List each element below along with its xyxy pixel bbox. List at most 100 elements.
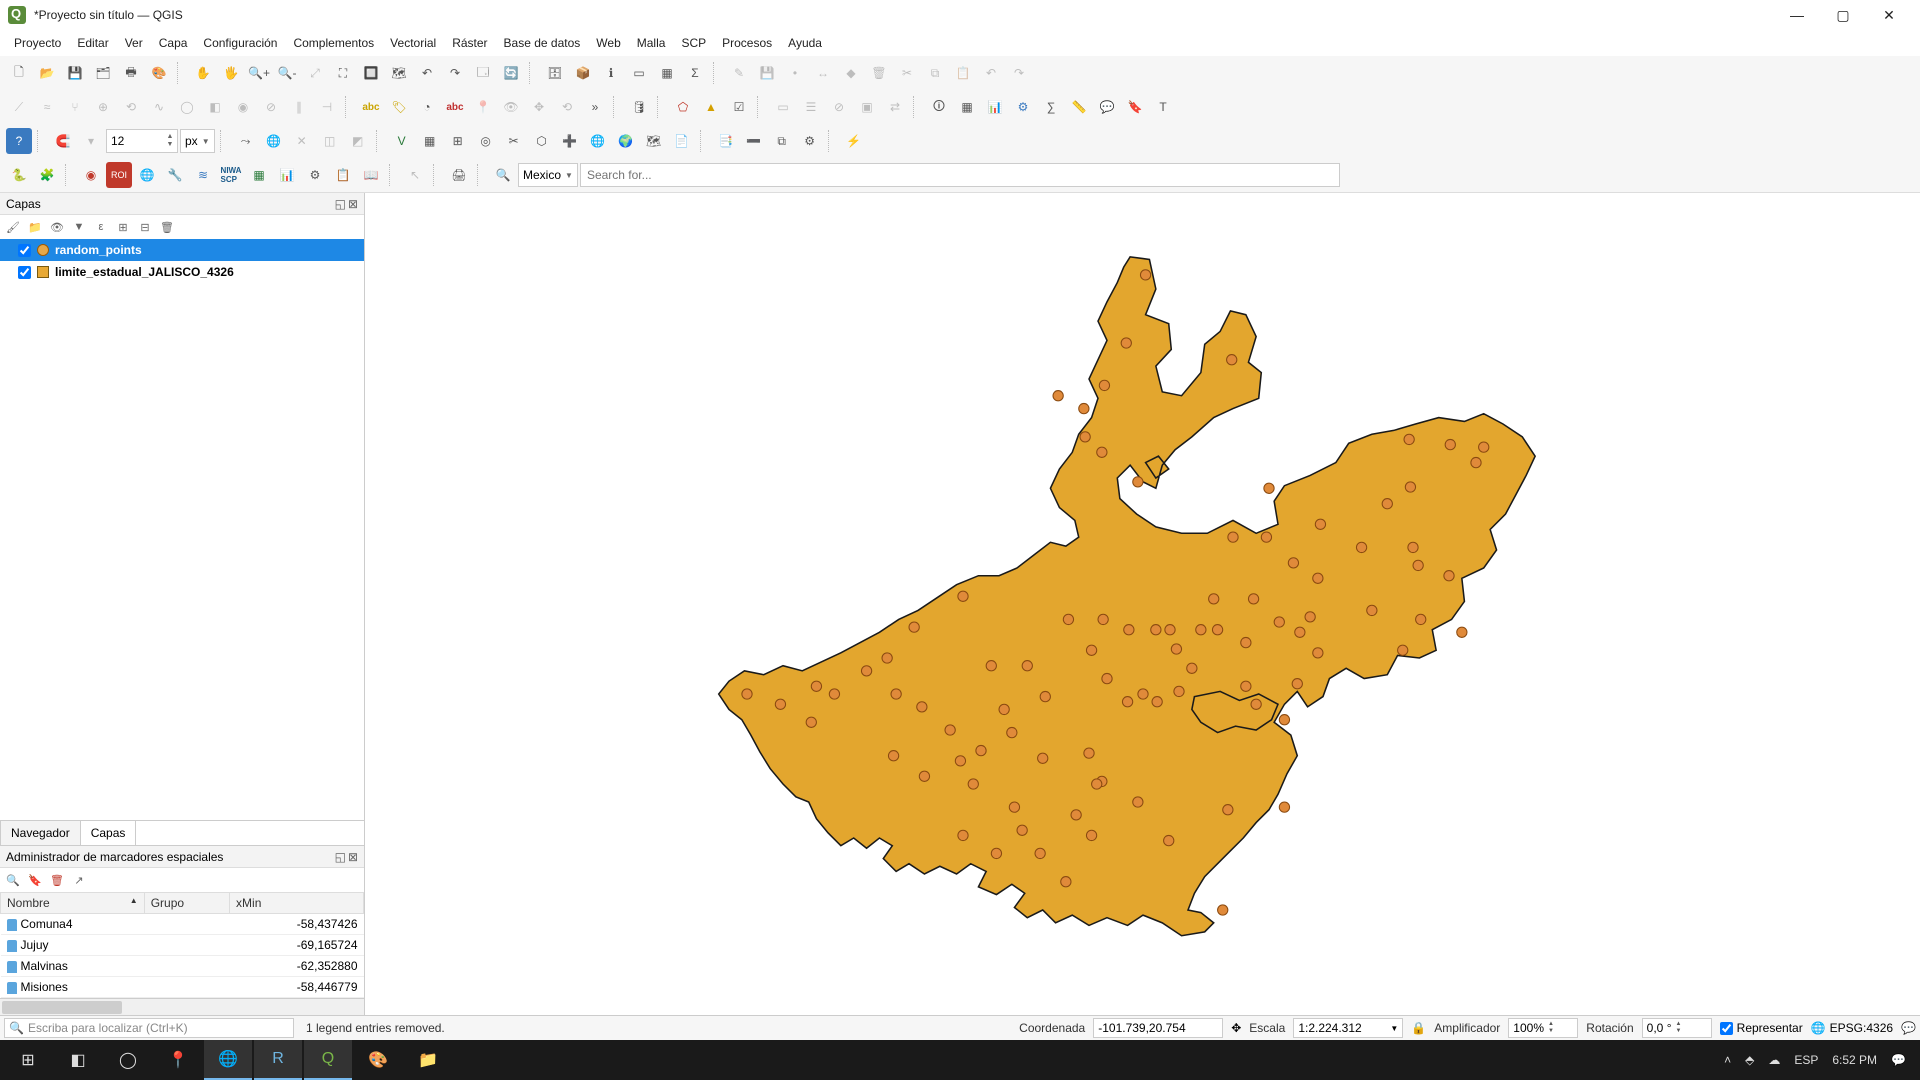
task-view-button[interactable]: ◧ xyxy=(54,1040,102,1080)
manage-visibility-icon[interactable]: 👁 xyxy=(48,218,66,236)
statistics-icon[interactable]: 📊 xyxy=(982,94,1008,120)
scp-settings-icon[interactable]: 📋 xyxy=(330,162,356,188)
sum-icon[interactable]: ∑ xyxy=(1038,94,1064,120)
messages-icon[interactable]: 💬 xyxy=(1901,1021,1916,1035)
reshape-icon[interactable]: ≈ xyxy=(34,94,60,120)
locator-input[interactable]: 🔍 Escriba para localizar (Ctrl+K) xyxy=(4,1018,294,1038)
menu-basedatos[interactable]: Base de datos xyxy=(496,33,589,53)
remove-layer-button-icon[interactable]: 🗑 xyxy=(158,218,176,236)
search-region-combo[interactable]: Mexico ▼ xyxy=(518,163,578,187)
render-checkbox[interactable]: Representar xyxy=(1720,1021,1803,1035)
virtual-layer-icon[interactable]: 📑 xyxy=(713,128,739,154)
topology-check-icon[interactable]: ☑ xyxy=(726,94,752,120)
label-tool-icon[interactable]: 🏷 xyxy=(386,94,412,120)
system-tray[interactable]: ˄ ⬘ ☁ ESP 6:52 PM 💬 xyxy=(1714,1053,1916,1067)
bookmark-row[interactable]: Misiones-58,446779 xyxy=(1,977,364,998)
attribute-table-icon[interactable]: ▦ xyxy=(654,60,680,86)
new-geopackage-icon[interactable]: 📦 xyxy=(570,60,596,86)
save-project-icon[interactable]: 💾 xyxy=(62,60,88,86)
move-label-icon[interactable]: ✥ xyxy=(526,94,552,120)
zoom-selection-icon[interactable]: 🔲 xyxy=(358,60,384,86)
layer-row[interactable]: random_points xyxy=(0,239,364,261)
fill-ring-icon[interactable]: ◉ xyxy=(230,94,256,120)
zoom-bookmark-icon[interactable]: 🔍 xyxy=(4,871,22,889)
scp-roi-icon[interactable]: ROI xyxy=(106,162,132,188)
processing-toolbox-icon[interactable]: ⚙ xyxy=(1010,94,1036,120)
remove-layer-icon[interactable]: ➖ xyxy=(741,128,767,154)
node-tool-icon[interactable]: ◆ xyxy=(838,60,864,86)
layout-manager-icon[interactable]: 🖶 xyxy=(118,60,144,86)
trace-icon[interactable]: ⤳ xyxy=(233,128,259,154)
bookmark-row[interactable]: Malvinas-62,352880 xyxy=(1,956,364,977)
maximize-button[interactable]: ▢ xyxy=(1820,0,1866,30)
undock-icon[interactable]: ◱ xyxy=(335,850,346,864)
python-console-icon[interactable]: 🐍 xyxy=(6,162,32,188)
select-features-icon[interactable]: ▭ xyxy=(626,60,652,86)
taskbar-r-icon[interactable]: R xyxy=(254,1040,302,1080)
taskbar-chrome-icon[interactable]: 🌐 xyxy=(204,1040,252,1080)
identify-icon[interactable]: ℹ xyxy=(598,60,624,86)
redo-icon[interactable]: ↷ xyxy=(1006,60,1032,86)
save-as-icon[interactable]: 🗂 xyxy=(90,60,116,86)
undo-icon[interactable]: ↶ xyxy=(978,60,1004,86)
scp-postprocessing-icon[interactable]: 📊 xyxy=(274,162,300,188)
close-panel-icon[interactable]: ⊠ xyxy=(348,850,358,864)
add-bookmark-icon[interactable]: 🔖 xyxy=(26,871,44,889)
zoom-last-icon[interactable]: ↶ xyxy=(414,60,440,86)
close-panel-icon[interactable]: ⊠ xyxy=(348,197,358,211)
bookmarks-table[interactable]: Nombre ▲ Grupo xMin Comuna4-58,437426Juj… xyxy=(0,892,364,998)
snapping-icon[interactable]: 🧲 xyxy=(50,128,76,154)
layer-row[interactable]: limite_estadual_JALISCO_4326 xyxy=(0,261,364,283)
filter-legend-icon[interactable]: ▼ xyxy=(70,218,88,236)
simplify-icon[interactable]: ∿ xyxy=(146,94,172,120)
zoom-native-icon[interactable]: ⤢ xyxy=(302,60,328,86)
scale-combo[interactable]: 1:2.224.312▼ xyxy=(1293,1018,1403,1038)
layer-properties-icon[interactable]: ⚙ xyxy=(797,128,823,154)
pan-to-selection-icon[interactable]: 🖐 xyxy=(218,60,244,86)
tolerance-spinner[interactable]: ▲▼ xyxy=(106,129,178,153)
taskbar-paint-icon[interactable]: 🎨 xyxy=(354,1040,402,1080)
scp-preprocessing-icon[interactable]: 🔧 xyxy=(162,162,188,188)
menu-editar[interactable]: Editar xyxy=(69,33,116,53)
tray-onedrive-icon[interactable]: ☁ xyxy=(1768,1053,1780,1067)
tray-lang[interactable]: ESP xyxy=(1794,1053,1818,1067)
toggle-editing-icon[interactable]: ✎ xyxy=(726,60,752,86)
delete-bookmark-icon[interactable]: 🗑 xyxy=(48,871,66,889)
scp-manual-icon[interactable]: 📖 xyxy=(358,162,384,188)
share-bookmark-icon[interactable]: ↗ xyxy=(70,871,88,889)
rotation-value[interactable]: 0,0 °▲▼ xyxy=(1642,1018,1712,1038)
shape-polygon-icon[interactable]: ⬠ xyxy=(670,94,696,120)
delete-ring-icon[interactable]: ⊘ xyxy=(258,94,284,120)
measure-icon[interactable]: 📏 xyxy=(1066,94,1092,120)
menu-vectorial[interactable]: Vectorial xyxy=(382,33,444,53)
bookmark-row[interactable]: Jujuy-69,165724 xyxy=(1,935,364,956)
new-map-view-icon[interactable]: 🗔 xyxy=(470,60,496,86)
db-manager-icon[interactable]: 🛢 xyxy=(626,94,652,120)
v-add-wfs-icon[interactable]: 🗺 xyxy=(641,128,667,154)
diagram-icon[interactable]: ◔ xyxy=(414,94,440,120)
style-manager-icon[interactable]: 🎨 xyxy=(146,60,172,86)
search-input[interactable] xyxy=(581,168,1339,182)
tray-dropbox-icon[interactable]: ⬘ xyxy=(1745,1053,1754,1067)
text-annotation-icon[interactable]: T xyxy=(1150,94,1176,120)
add-feature-icon[interactable]: • xyxy=(782,60,808,86)
annotation-icon[interactable]: 🔖 xyxy=(1122,94,1148,120)
deselect-icon[interactable]: ⊘ xyxy=(826,94,852,120)
open-table-icon[interactable]: ▦ xyxy=(954,94,980,120)
style-icon[interactable]: 🖌 xyxy=(4,218,22,236)
label-more-icon[interactable]: » xyxy=(582,94,608,120)
save-edits-icon[interactable]: 💾 xyxy=(754,60,780,86)
v-add-raster-icon[interactable]: 🌐 xyxy=(585,128,611,154)
start-button[interactable]: ⊞ xyxy=(4,1040,52,1080)
avoid-intersect-icon[interactable]: ◫ xyxy=(317,128,343,154)
merge-icon[interactable]: ⊕ xyxy=(90,94,116,120)
new-project-icon[interactable]: 🗋 xyxy=(6,60,32,86)
paste-features-icon[interactable]: 📋 xyxy=(950,60,976,86)
plugin-icon[interactable]: 🧩 xyxy=(34,162,60,188)
spinner-arrows-icon[interactable]: ▲▼ xyxy=(163,133,177,149)
bookmark-row[interactable]: Comuna4-58,437426 xyxy=(1,914,364,935)
trim-extend-icon[interactable]: ⊣ xyxy=(314,94,340,120)
data-source-manager-icon[interactable]: 🗄 xyxy=(542,60,568,86)
horizontal-scrollbar[interactable] xyxy=(0,998,364,1015)
move-feature-icon[interactable]: ↔ xyxy=(810,60,836,86)
